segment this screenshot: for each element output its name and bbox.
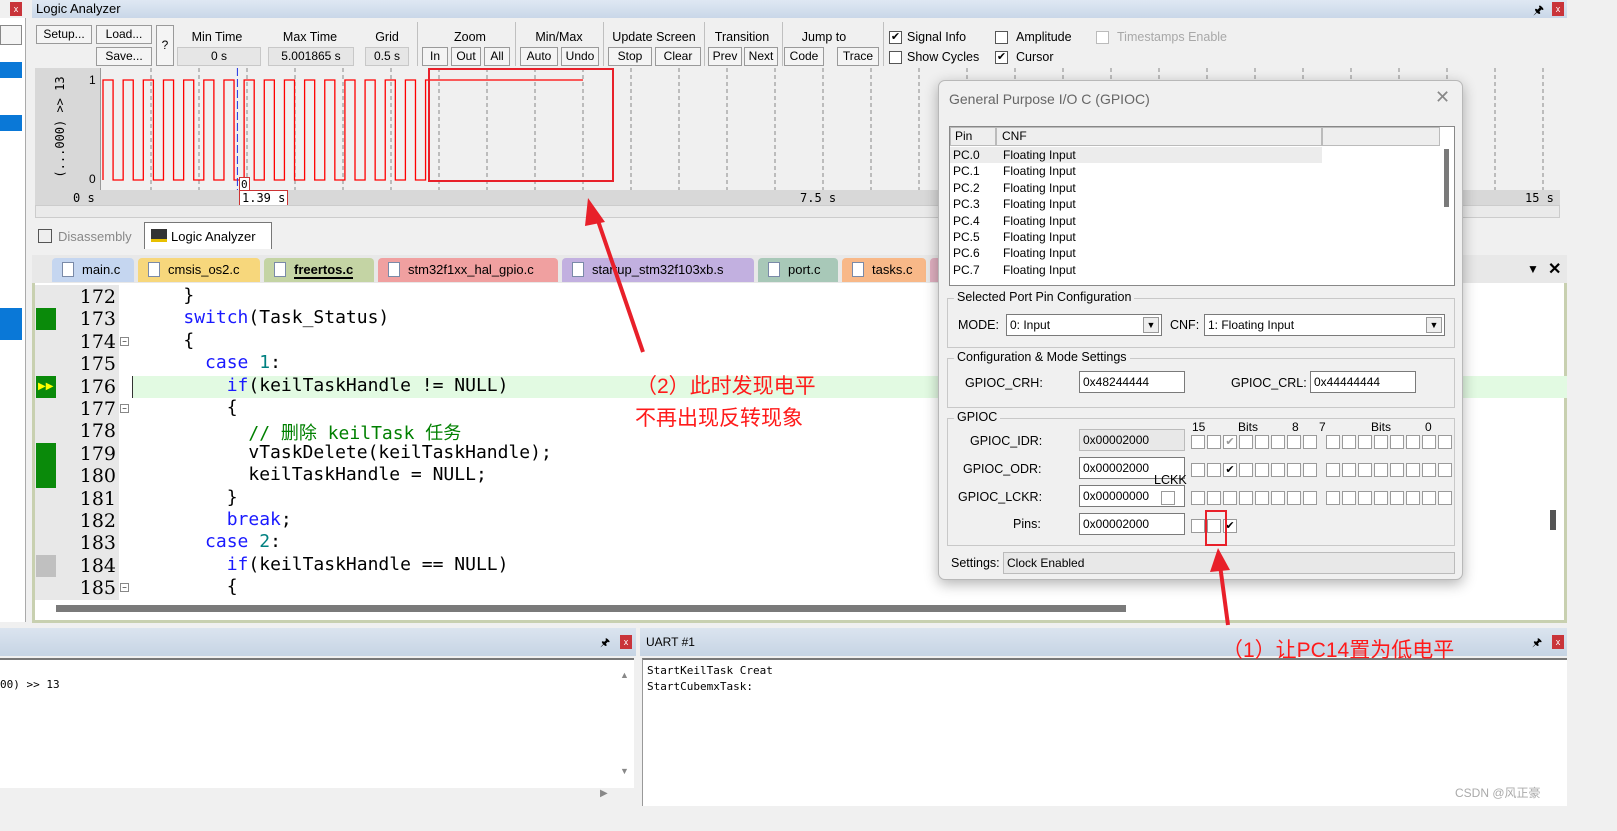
arrow-line-1	[1218, 564, 1230, 626]
annotation-note2-line2: 不再出现反转现象	[635, 407, 803, 430]
arrow-line-2	[593, 211, 645, 353]
arrow-head-1	[1210, 548, 1230, 572]
annotation-note2-line1: （2）此时发现电平	[636, 375, 816, 398]
arrow-head-2	[585, 198, 605, 226]
annotation-note1: （1）让PC14置为低电平	[1222, 639, 1455, 662]
annotation-arrows	[585, 198, 1230, 626]
